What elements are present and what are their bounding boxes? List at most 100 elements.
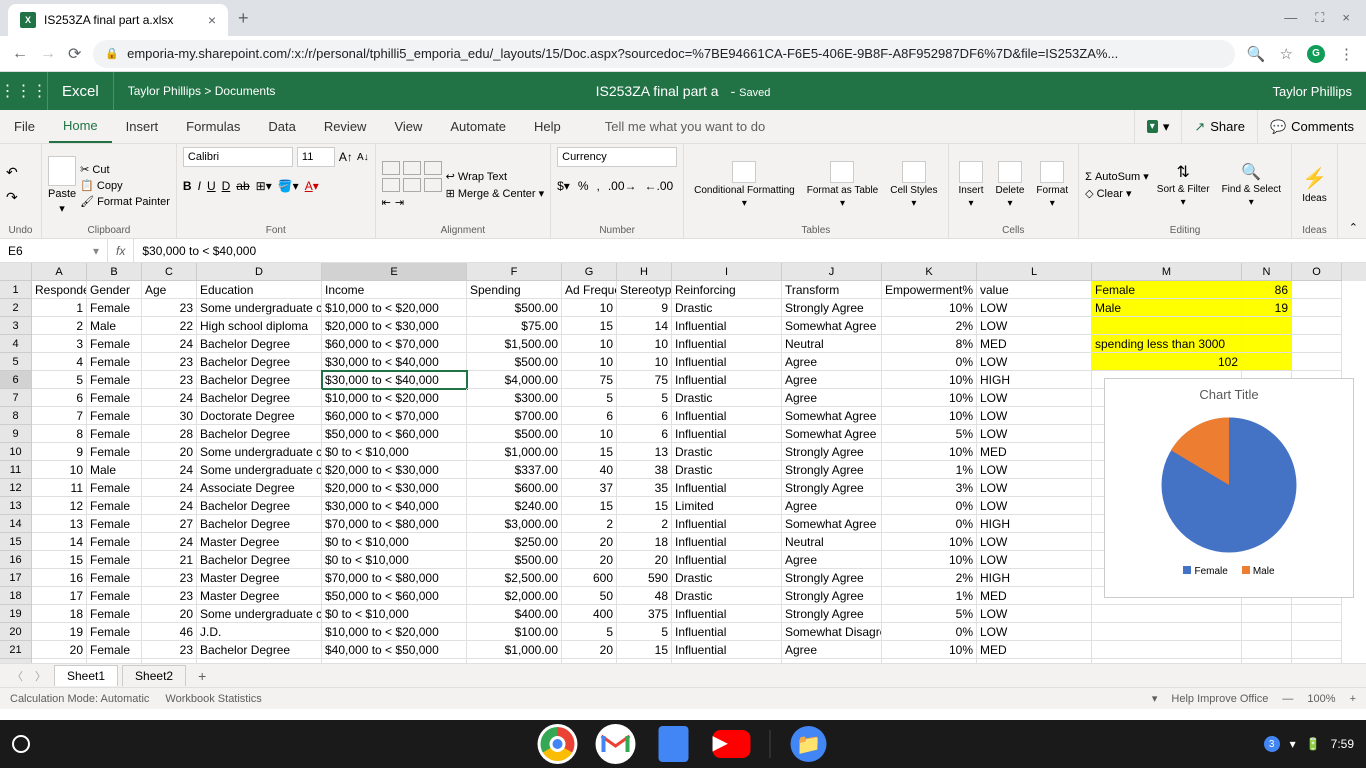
address-bar[interactable]: 🔒 emporia-my.sharepoint.com/:x:/r/person… xyxy=(93,40,1234,68)
new-tab-button[interactable]: + xyxy=(238,8,249,29)
cell[interactable]: Spending xyxy=(467,281,562,299)
cell[interactable]: Female xyxy=(1092,281,1242,299)
cell[interactable] xyxy=(1292,605,1342,623)
row-header-10[interactable]: 10 xyxy=(0,443,32,461)
cell[interactable]: $70,000 to < $80,000 xyxy=(322,515,467,533)
cell[interactable]: LOW xyxy=(977,605,1092,623)
row-header-17[interactable]: 17 xyxy=(0,569,32,587)
cell[interactable]: 3% xyxy=(882,479,977,497)
cell[interactable]: Female xyxy=(87,299,142,317)
cell[interactable]: $500.00 xyxy=(467,353,562,371)
cell[interactable]: value xyxy=(977,281,1092,299)
cell[interactable] xyxy=(1092,659,1242,663)
cell[interactable]: $3,000.00 xyxy=(467,515,562,533)
cell[interactable]: $50,000 to < $60,000 xyxy=(322,587,467,605)
cell[interactable]: $0 to < $10,000 xyxy=(322,443,467,461)
align-left-icon[interactable] xyxy=(382,178,400,192)
cell[interactable] xyxy=(1292,281,1342,299)
cell[interactable]: 23 xyxy=(142,659,197,663)
cell[interactable]: Neutral xyxy=(782,533,882,551)
cell[interactable]: Female xyxy=(87,569,142,587)
italic-button[interactable]: I xyxy=(198,179,201,193)
number-format-select[interactable] xyxy=(557,147,677,167)
cell[interactable]: Strongly Agree xyxy=(782,605,882,623)
cell[interactable] xyxy=(1092,641,1242,659)
undo-icon[interactable]: ↶ xyxy=(6,164,18,181)
cell[interactable]: $30,000 to < $40,000 xyxy=(322,497,467,515)
cell[interactable]: J.D. xyxy=(197,623,322,641)
cell[interactable]: LOW xyxy=(977,461,1092,479)
cell[interactable]: 6 xyxy=(617,425,672,443)
cell-styles-button[interactable]: Cell Styles▾ xyxy=(886,161,941,209)
share-button[interactable]: ↗Share xyxy=(1181,110,1257,143)
notification-badge[interactable]: 3 xyxy=(1264,736,1280,752)
col-header-A[interactable]: A xyxy=(32,263,87,281)
cell[interactable]: 15 xyxy=(617,497,672,515)
cell[interactable]: 24 xyxy=(142,389,197,407)
cell[interactable]: MED xyxy=(977,587,1092,605)
row-header-19[interactable]: 19 xyxy=(0,605,32,623)
cell[interactable] xyxy=(1092,317,1242,335)
cell[interactable] xyxy=(1292,335,1342,353)
cell[interactable]: 75 xyxy=(562,371,617,389)
comments-button[interactable]: 💬Comments xyxy=(1257,110,1366,143)
increase-indent-icon[interactable]: ⇥ xyxy=(395,196,404,209)
cell[interactable]: 11 xyxy=(32,479,87,497)
cell[interactable]: Influential xyxy=(672,641,782,659)
cell[interactable]: Female xyxy=(87,533,142,551)
cell[interactable]: $10,000 to < $20,000 xyxy=(322,659,467,663)
cell[interactable]: Some undergraduate co xyxy=(197,461,322,479)
cell[interactable]: Female xyxy=(87,497,142,515)
col-header-M[interactable]: M xyxy=(1092,263,1242,281)
mode-button[interactable]: ▾ ▾ xyxy=(1134,110,1182,143)
cell[interactable]: Influential xyxy=(672,371,782,389)
cell[interactable]: Drastic xyxy=(672,659,782,663)
cell[interactable]: 0% xyxy=(882,515,977,533)
sheet-tab-2[interactable]: Sheet2 xyxy=(122,665,186,686)
cell[interactable]: 0% xyxy=(882,497,977,515)
cell[interactable]: Agree xyxy=(782,353,882,371)
launcher-icon[interactable] xyxy=(12,735,30,753)
cell[interactable]: Stereotype xyxy=(617,281,672,299)
cell[interactable]: 2 xyxy=(617,515,672,533)
col-header-L[interactable]: L xyxy=(977,263,1092,281)
cell[interactable]: Female xyxy=(87,605,142,623)
cell[interactable]: HIGH xyxy=(977,371,1092,389)
cell[interactable]: 21 xyxy=(32,659,87,663)
tab-view[interactable]: View xyxy=(380,110,436,143)
cell[interactable] xyxy=(1292,353,1342,371)
cell[interactable]: Male xyxy=(87,317,142,335)
cell[interactable]: 1% xyxy=(882,461,977,479)
cell[interactable]: $500.00 xyxy=(467,299,562,317)
row-header-21[interactable]: 21 xyxy=(0,641,32,659)
cell[interactable]: 400 xyxy=(562,605,617,623)
cell[interactable]: 27 xyxy=(142,515,197,533)
cell[interactable]: $75.00 xyxy=(467,317,562,335)
cell[interactable]: Master Degree xyxy=(197,533,322,551)
cell[interactable]: Agree xyxy=(782,641,882,659)
cell[interactable]: Influential xyxy=(672,317,782,335)
collapse-ribbon-icon[interactable]: ⌃ xyxy=(1349,221,1358,234)
cell[interactable]: 5 xyxy=(617,389,672,407)
col-header-D[interactable]: D xyxy=(197,263,322,281)
cell[interactable]: Bachelor Degree xyxy=(197,641,322,659)
col-header-G[interactable]: G xyxy=(562,263,617,281)
cell[interactable]: LOW xyxy=(977,533,1092,551)
cell[interactable]: LOW xyxy=(977,389,1092,407)
cell[interactable]: $1,000.00 xyxy=(467,641,562,659)
chrome-icon[interactable] xyxy=(538,724,578,764)
cell[interactable]: 15% xyxy=(882,659,977,663)
cell[interactable]: 20 xyxy=(142,605,197,623)
cell[interactable]: Female xyxy=(87,425,142,443)
row-header-18[interactable]: 18 xyxy=(0,587,32,605)
cell[interactable]: 5 xyxy=(617,623,672,641)
cell[interactable]: Influential xyxy=(672,425,782,443)
docs-icon[interactable] xyxy=(654,724,694,764)
cell[interactable]: LOW xyxy=(977,659,1092,663)
cell[interactable]: 24 xyxy=(142,497,197,515)
breadcrumb[interactable]: Taylor Phillips > Documents xyxy=(114,84,290,98)
cell[interactable] xyxy=(1242,335,1292,353)
cell[interactable] xyxy=(1292,659,1342,663)
tab-formulas[interactable]: Formulas xyxy=(172,110,254,143)
double-underline-button[interactable]: D xyxy=(222,179,231,193)
